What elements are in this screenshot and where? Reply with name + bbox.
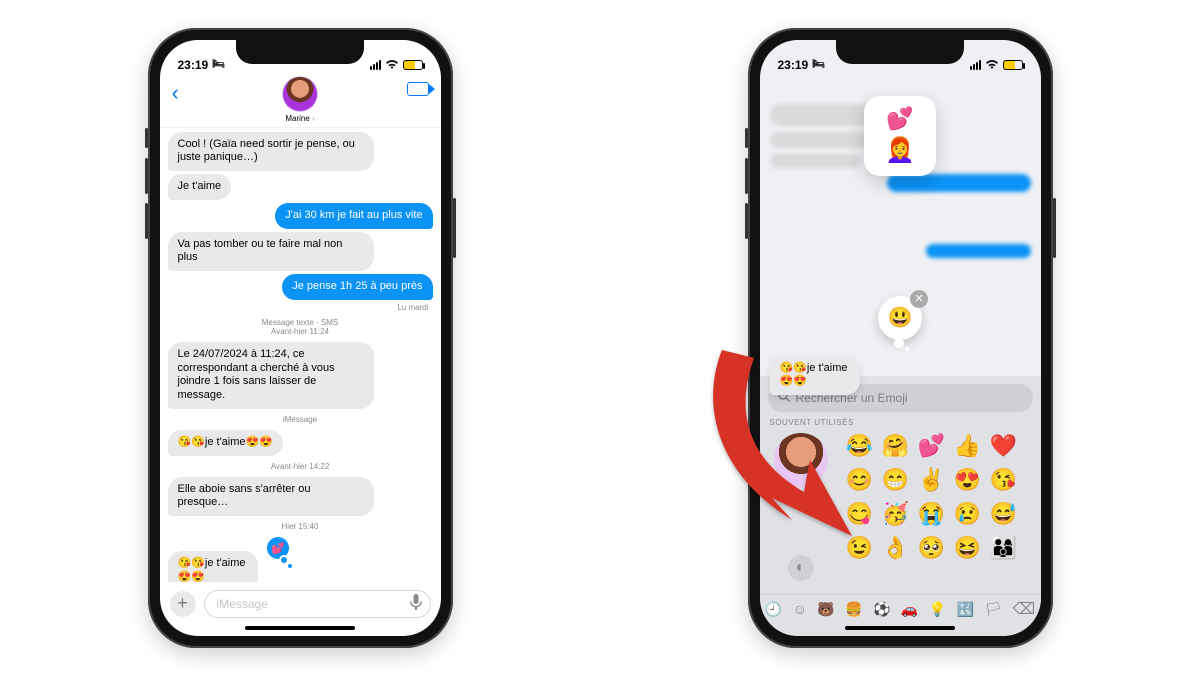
- emoji-scroll-area[interactable]: ◐ 😂 🤗 💕 👍 ❤️ 😊 😁 ✌️ 😍 😘 😋 🥳 😭: [760, 431, 1041, 594]
- emoji-cell[interactable]: ❤️: [990, 433, 1018, 463]
- thread-meta: Hier 15:40: [168, 522, 433, 531]
- contact-avatar[interactable]: [282, 76, 318, 112]
- tab-animals[interactable]: 🐻: [817, 601, 834, 618]
- emoji-cell[interactable]: 😘: [990, 467, 1018, 497]
- tab-food[interactable]: 🍔: [845, 601, 862, 618]
- tab-symbols[interactable]: 🔣: [957, 601, 974, 618]
- emoji-cell[interactable]: 😁: [882, 467, 910, 497]
- phone-right: 23:19 🛏 💕 👩‍🦰: [748, 28, 1053, 648]
- tab-smileys[interactable]: ☺: [793, 601, 807, 617]
- emoji-cell[interactable]: ✌️: [918, 467, 946, 497]
- dictation-icon[interactable]: [410, 594, 422, 613]
- phone-left: 23:19 🛏 ‹ Marine Cool ! (Gaïa need sorti…: [148, 28, 453, 648]
- cell-signal-icon: [370, 60, 381, 70]
- emoji-cell[interactable]: 👨‍👩‍👦: [990, 535, 1018, 565]
- emoji-cell[interactable]: 😢: [954, 501, 982, 531]
- msg-in[interactable]: 😘😘je t'aime😍😍: [168, 430, 283, 456]
- screen-left: 23:19 🛏 ‹ Marine Cool ! (Gaïa need sorti…: [160, 40, 441, 636]
- sticker-preview-popup[interactable]: 💕 👩‍🦰: [864, 96, 936, 176]
- status-time: 23:19: [778, 58, 809, 72]
- contact-name[interactable]: Marine: [285, 114, 314, 123]
- tab-flags[interactable]: 🏳: [984, 601, 1002, 618]
- emoji-cell[interactable]: 👌: [882, 535, 910, 565]
- facetime-button[interactable]: [407, 82, 429, 96]
- msg-in[interactable]: Cool ! (Gaïa need sortir je pense, ou ju…: [168, 132, 375, 172]
- emoji-cell[interactable]: 🥳: [882, 501, 910, 531]
- emoji-cell[interactable]: 🥺: [918, 535, 946, 565]
- battery-icon: [1003, 60, 1023, 70]
- emoji-section-title: SOUVENT UTILISÉS: [760, 418, 1041, 431]
- emoji-cell[interactable]: 😅: [990, 501, 1018, 531]
- close-icon[interactable]: ✕: [910, 290, 928, 308]
- back-button[interactable]: ‹: [172, 80, 179, 106]
- status-time: 23:19: [178, 58, 209, 72]
- home-indicator[interactable]: [245, 626, 355, 630]
- wifi-icon: [985, 59, 999, 72]
- dnd-icon: 🛏: [812, 59, 825, 70]
- emoji-grid: 😂 🤗 💕 👍 ❤️ 😊 😁 ✌️ 😍 😘 😋 🥳 😭 😢 😅 😉: [846, 433, 1031, 594]
- emoji-cell[interactable]: 😉: [846, 535, 874, 565]
- emoji-cell[interactable]: 😭: [918, 501, 946, 531]
- emoji-cell[interactable]: 👍: [954, 433, 982, 463]
- hearts-icon: 💕: [886, 106, 913, 132]
- sticker-icon: ◐: [796, 559, 806, 577]
- emoji-cell[interactable]: 😂: [846, 433, 874, 463]
- tapback-emoji-option[interactable]: 😃: [888, 305, 913, 330]
- cell-signal-icon: [970, 60, 981, 70]
- message-placeholder: iMessage: [217, 597, 268, 611]
- emoji-keyboard: Rechercher un Emoji SOUVENT UTILISÉS ◐ 😂…: [760, 376, 1041, 636]
- apps-button[interactable]: +: [170, 591, 196, 617]
- emoji-cell[interactable]: 😍: [954, 467, 982, 497]
- tab-objects[interactable]: 💡: [929, 601, 946, 618]
- emoji-cell[interactable]: 😋: [846, 501, 874, 531]
- emoji-cell[interactable]: 🤗: [882, 433, 910, 463]
- dnd-icon: 🛏: [212, 59, 225, 70]
- emoji-cell[interactable]: 😊: [846, 467, 874, 497]
- msg-in[interactable]: Va pas tomber ou te faire mal non plus: [168, 232, 375, 272]
- sticker-button[interactable]: ◐: [788, 555, 814, 581]
- tapback-heart-icon[interactable]: 💕: [267, 537, 289, 559]
- compose-bar: + iMessage: [160, 582, 441, 624]
- memoji-preview: 👩‍🦰: [885, 136, 915, 165]
- emoji-cell[interactable]: 💕: [918, 433, 946, 463]
- tab-travel[interactable]: 🚗: [901, 601, 918, 618]
- read-receipt: Lu mardi: [397, 303, 428, 312]
- emoji-cell[interactable]: 😆: [954, 535, 982, 565]
- thread-meta: iMessage: [168, 415, 433, 424]
- message-thread[interactable]: Cool ! (Gaïa need sortir je pense, ou ju…: [160, 128, 441, 582]
- home-indicator[interactable]: [845, 626, 955, 630]
- battery-icon: [403, 60, 423, 70]
- msg-in[interactable]: Elle aboie sans s'arrêter ou presque…: [168, 477, 375, 517]
- tab-recent[interactable]: 🕘: [765, 601, 782, 618]
- thread-meta: Avant-hier 14:22: [168, 462, 433, 471]
- emoji-category-tabs: 🕘 ☺ 🐻 🍔 ⚽ 🚗 💡 🔣 🏳 ⌫: [760, 594, 1041, 624]
- msg-in[interactable]: Je t'aime: [168, 174, 232, 200]
- thread-meta: Message texte · SMS Avant-hier 11:24: [168, 318, 433, 336]
- msg-out[interactable]: J'ai 30 km je fait au plus vite: [275, 203, 432, 229]
- msg-in[interactable]: Le 24/07/2024 à 11:24, ce correspondant …: [168, 342, 375, 409]
- memoji-column: ◐: [770, 433, 832, 594]
- message-input[interactable]: iMessage: [204, 590, 431, 618]
- screen-right: 23:19 🛏 💕 👩‍🦰: [760, 40, 1041, 636]
- tab-activity[interactable]: ⚽: [873, 601, 890, 618]
- msg-out[interactable]: Je pense 1h 25 à peu près: [282, 274, 432, 300]
- msg-with-tapback[interactable]: 💕 😘😘je t'aime😍😍: [168, 551, 283, 582]
- emoji-delete-key[interactable]: ⌫: [1013, 599, 1036, 619]
- memoji-avatar[interactable]: [774, 433, 828, 487]
- tapback-picker[interactable]: 😃 ✕: [878, 296, 922, 340]
- wifi-icon: [385, 59, 399, 72]
- focused-message[interactable]: 😘😘je t'aime😍😍: [770, 356, 885, 396]
- chat-header: ‹ Marine: [160, 74, 441, 128]
